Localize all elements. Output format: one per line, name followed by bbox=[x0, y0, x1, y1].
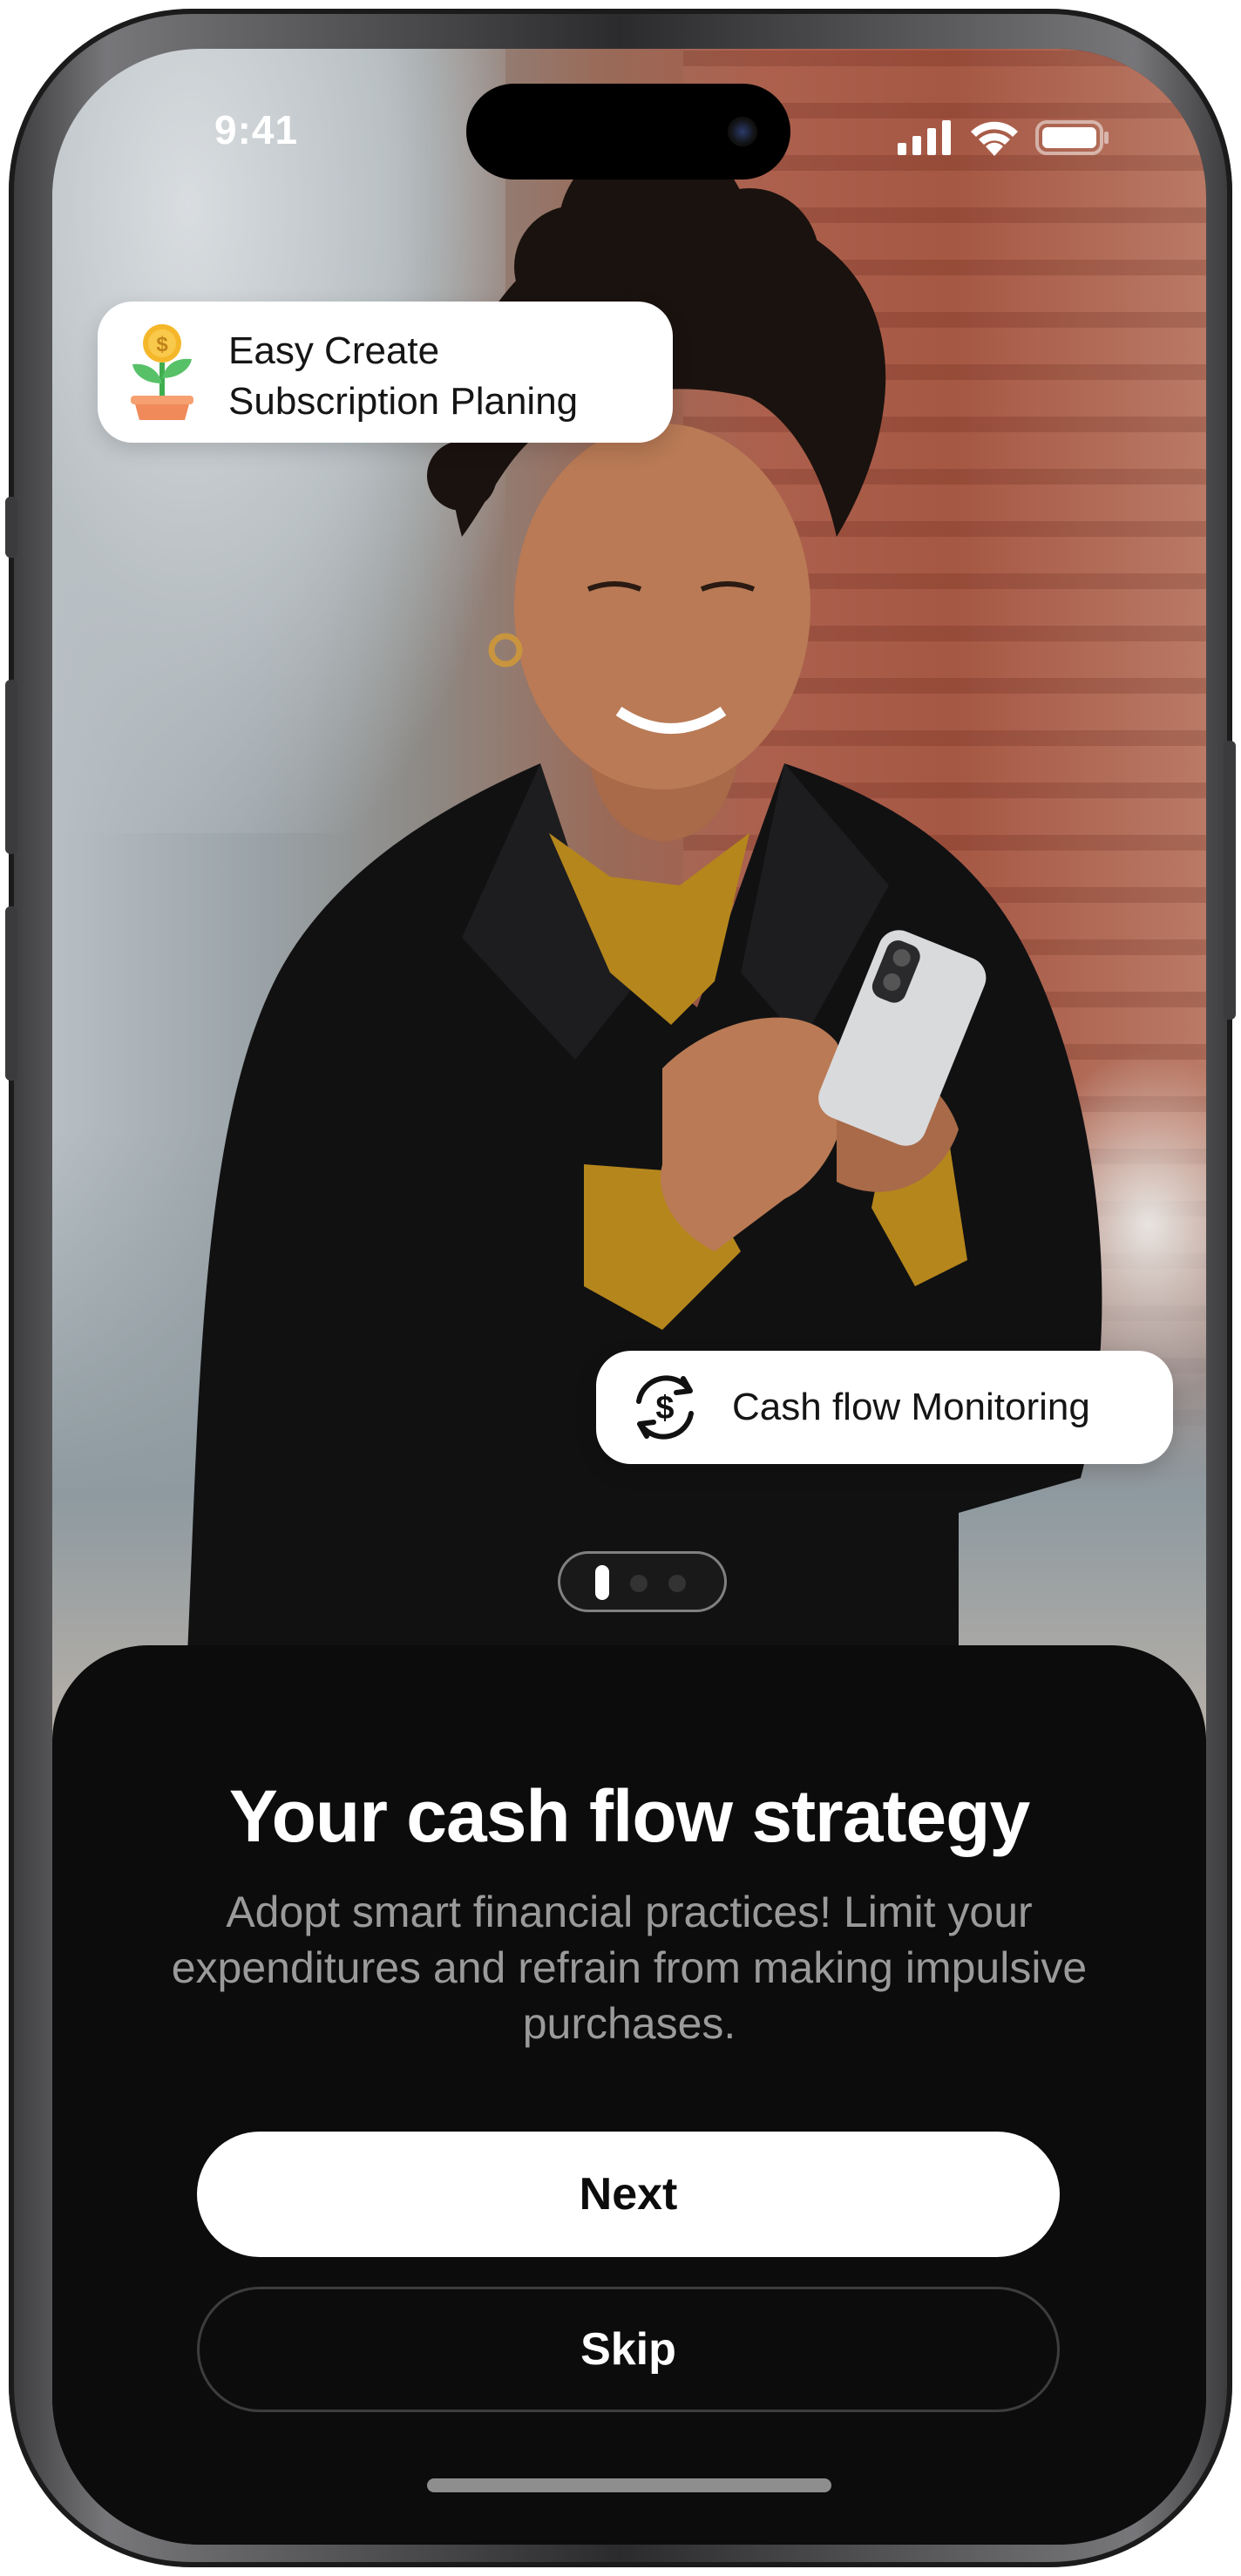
planning-card-line2: Subscription Planing bbox=[228, 380, 579, 423]
page-indicator[interactable] bbox=[558, 1551, 727, 1612]
onboarding-title: Your cash flow strategy bbox=[228, 1775, 1030, 1857]
cellular-signal-icon bbox=[898, 120, 951, 155]
planning-card-text: Easy Create Subscription Planing bbox=[228, 326, 578, 427]
phone-frame: 9:41 $ Easy Create Subscription Planing … bbox=[5, 9, 1236, 2567]
page-dot[interactable] bbox=[630, 1575, 648, 1592]
status-time: 9:41 bbox=[214, 107, 299, 153]
onboarding-sheet: Your cash flow strategy Adopt smart fina… bbox=[52, 1645, 1206, 2545]
page-dot[interactable] bbox=[668, 1575, 686, 1592]
monitoring-card-label: Cash flow Monitoring bbox=[732, 1386, 1090, 1428]
next-button[interactable]: Next bbox=[197, 2132, 1060, 2257]
dollar-cycle-icon: $ bbox=[636, 1375, 694, 1440]
status-icons bbox=[898, 119, 1110, 157]
volume-down-button bbox=[5, 906, 17, 1081]
onboarding-description: Adopt smart financial practices! Limit y… bbox=[171, 1888, 1088, 2048]
skip-button[interactable]: Skip bbox=[197, 2287, 1060, 2412]
screen: 9:41 $ Easy Create Subscription Planing … bbox=[52, 49, 1206, 2545]
dynamic-island bbox=[466, 84, 790, 180]
subscription-planning-card: $ Easy Create Subscription Planing bbox=[98, 302, 673, 443]
home-indicator[interactable] bbox=[427, 2478, 831, 2492]
svg-text:$: $ bbox=[655, 1390, 674, 1427]
cash-flow-monitoring-card: $ Cash flow Monitoring bbox=[596, 1351, 1173, 1464]
svg-text:$: $ bbox=[156, 333, 168, 356]
volume-up-button bbox=[5, 680, 17, 854]
action-button bbox=[5, 497, 17, 558]
front-camera-icon bbox=[728, 117, 757, 146]
power-button bbox=[1224, 741, 1236, 1020]
page-dot-active[interactable] bbox=[595, 1565, 609, 1600]
battery-icon bbox=[1035, 120, 1109, 155]
wifi-icon bbox=[971, 121, 1018, 156]
planning-card-line1: Easy Create bbox=[228, 329, 440, 372]
money-plant-icon: $ bbox=[131, 324, 193, 420]
